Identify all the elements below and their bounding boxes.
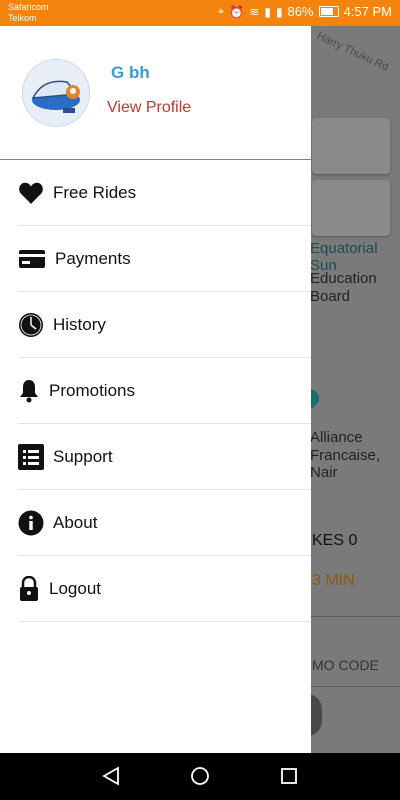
map-place-1: Equatorial Sun: [310, 240, 378, 274]
battery-icon: [318, 6, 339, 17]
recents-icon[interactable]: [278, 765, 300, 787]
menu-label: Free Rides: [53, 182, 137, 202]
menu-item-logout[interactable]: Logout: [18, 556, 311, 622]
map-road-label: Harry Thuku Rd: [314, 30, 391, 74]
menu-item-about[interactable]: About: [18, 490, 311, 556]
menu-label: About: [53, 512, 98, 532]
promo-code-label: MO CODE: [312, 657, 379, 673]
app-logo-icon: [31, 80, 80, 113]
location-icon: ⌖: [217, 4, 225, 18]
status-bar: Safaricom Telkom ⌖ ⏰ ≋ ▮ ▮ 86% 4:57 PM: [0, 0, 400, 26]
view-profile-link[interactable]: View Profile: [107, 99, 191, 117]
avatar[interactable]: [22, 59, 90, 127]
info-icon: [18, 510, 44, 536]
menu-label: Payments: [55, 248, 131, 268]
menu-label: Support: [53, 446, 113, 466]
map-place-2b: Board: [310, 288, 351, 305]
menu-label: Promotions: [49, 380, 135, 400]
carrier-2: Telkom: [8, 13, 37, 23]
back-icon[interactable]: [100, 765, 122, 787]
heart-icon: [18, 180, 44, 206]
signal-icon-2: ▮: [275, 4, 283, 19]
carrier-1: Safaricom: [8, 2, 49, 12]
lock-icon: [18, 575, 40, 602]
menu-label: Logout: [49, 578, 101, 598]
eta-label: 3 MIN: [312, 572, 355, 589]
bikes-label: KES 0: [312, 532, 358, 549]
map-place-3b: Francaise, Nair: [310, 447, 381, 481]
map-place-3a: Alliance: [310, 429, 363, 446]
menu-item-support[interactable]: Support: [18, 424, 311, 490]
battery-percent: 86%: [287, 4, 314, 19]
menu-item-free-rides[interactable]: Free Rides: [18, 160, 311, 226]
pickup-card: [312, 118, 390, 174]
wifi-icon: ≋: [249, 4, 260, 19]
map-place-2a: Education: [310, 270, 377, 287]
map-divider: [300, 616, 400, 617]
clock-time: 4:57 PM: [343, 4, 392, 19]
status-icons: ⌖ ⏰ ≋ ▮ ▮ 86% 4:57 PM: [218, 4, 392, 19]
system-nav-bar: [0, 753, 400, 800]
menu-item-history[interactable]: History: [18, 292, 311, 358]
carrier-info: Safaricom Telkom: [8, 2, 49, 24]
credit-card-icon: [18, 246, 46, 272]
home-icon[interactable]: [189, 765, 211, 787]
signal-icon: ▮: [264, 4, 271, 19]
drawer-menu: Free Rides Payments History Promotions S…: [0, 160, 311, 622]
map-divider-2: [300, 686, 400, 687]
menu-item-promotions[interactable]: Promotions: [18, 358, 311, 424]
navigation-drawer: G bh View Profile Free Rides Payments Hi…: [0, 26, 311, 753]
alarm-icon: ⏰: [229, 4, 245, 19]
menu-item-payments[interactable]: Payments: [18, 226, 311, 292]
profile-header: G bh View Profile: [0, 26, 311, 160]
menu-label: History: [53, 314, 106, 334]
bell-icon: [18, 378, 40, 404]
user-name: G bh: [111, 63, 150, 82]
clock-icon: [18, 312, 44, 338]
list-icon: [18, 443, 44, 470]
dropoff-card: [312, 180, 390, 236]
